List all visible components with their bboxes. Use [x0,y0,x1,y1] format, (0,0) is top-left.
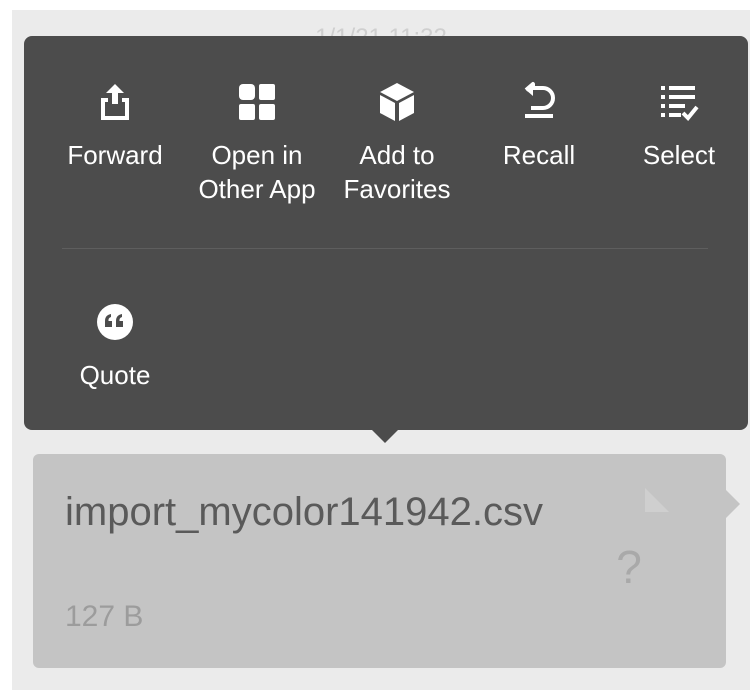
undo-icon [524,82,555,118]
cube-icon [380,83,414,121]
menu-item-recall[interactable]: Recall [464,80,614,172]
menu-divider [62,248,708,249]
menu-pointer [372,430,398,443]
checklist-icon [661,86,699,121]
menu-item-recall-label: Recall [502,140,576,170]
file-size: 127 B [65,600,144,633]
menu-item-add-to-favorites-label: Add to Favorites [343,140,451,204]
menu-item-quote-label: Quote [79,360,151,390]
share-icon [101,84,129,120]
menu-item-quote[interactable]: Quote [40,300,190,392]
menu-item-forward-label: Forward [67,140,163,170]
menu-item-open-in-other-app-label: Open in Other App [198,140,316,204]
file-corner-icon [645,488,669,512]
file-name: import_mycolor141942.csv [65,490,543,534]
message-context-menu: Forward Open in Other App Add to Favorit… [24,36,748,430]
menu-item-add-to-favorites[interactable]: Add to Favorites [322,80,472,206]
file-message-bubble[interactable]: import_mycolor141942.csv 127 B ? [33,454,726,668]
bubble-tail [726,490,740,518]
unknown-file-icon: ? [616,541,642,593]
menu-item-select-label: Select [642,140,716,170]
menu-item-forward[interactable]: Forward [40,80,190,172]
grid-icon [239,84,275,120]
menu-item-open-in-other-app[interactable]: Open in Other App [182,80,332,206]
menu-item-select[interactable]: Select [604,80,750,172]
quote-icon [97,304,133,340]
chat-area: 1/1/21 11:32 Forward Open in Other App [12,10,750,690]
